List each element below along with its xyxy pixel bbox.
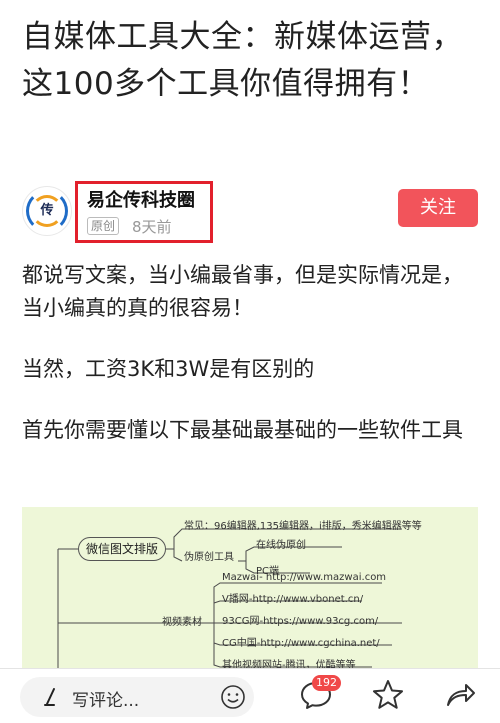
mindmap-item: V播网-http://www.vbonet.cn/ <box>222 594 364 605</box>
star-icon[interactable] <box>370 677 406 713</box>
author-avatar[interactable]: 传 <box>22 186 72 236</box>
mindmap-root-node: 微信图文排版 <box>78 537 166 561</box>
paragraph: 首先你需要懂以下最基础最基础的一些软件工具 <box>22 418 463 442</box>
author-name[interactable]: 易企传科技圈 <box>87 186 195 212</box>
avatar-char: 传 <box>40 203 54 218</box>
share-icon[interactable] <box>442 677 478 713</box>
mindmap-item: 93CG网-https://www.93cg.com/ <box>222 616 379 627</box>
author-highlight-box: 易企传科技圈 原创 8天前 <box>75 181 213 243</box>
comment-count-badge: 192 <box>312 675 341 691</box>
mindmap-image: 微信图文排版 常见：96编辑器,135编辑器，i排版，秀米编辑器等等 伪原创工具… <box>22 507 478 673</box>
article-title: 自媒体工具大全：新媒体运营，这100多个工具你值得拥有！ <box>22 19 463 102</box>
comment-input[interactable]: 写评论... <box>20 677 254 717</box>
paragraph: 当然，工资3K和3W是有区别的 <box>22 357 315 381</box>
paragraph: 都说写文案，当小编最省事，但是实际情况是，当小编真的真的很容易！ <box>22 263 463 320</box>
bottom-action-bar: 写评论... 192 <box>0 668 500 723</box>
mindmap-item: 视频素材 <box>162 617 202 628</box>
mindmap-item: 在线伪原创 <box>256 540 306 551</box>
mindmap-item: CG中国-http://www.cgchina.net/ <box>222 638 380 649</box>
comment-placeholder: 写评论... <box>72 691 140 711</box>
pen-icon <box>44 688 55 706</box>
mindmap-item: 常见：96编辑器,135编辑器，i排版，秀米编辑器等等 <box>184 521 422 532</box>
author-row: 传 易企传科技圈 原创 8天前 关注 <box>22 178 482 248</box>
original-tag: 原创 <box>87 217 120 235</box>
smile-icon[interactable] <box>220 684 246 710</box>
follow-button[interactable]: 关注 <box>398 189 478 227</box>
publish-time: 8天前 <box>132 218 172 236</box>
mindmap-item: 伪原创工具 <box>184 552 234 563</box>
mindmap-item: Mazwai- http://www.mazwai.com <box>222 572 387 583</box>
